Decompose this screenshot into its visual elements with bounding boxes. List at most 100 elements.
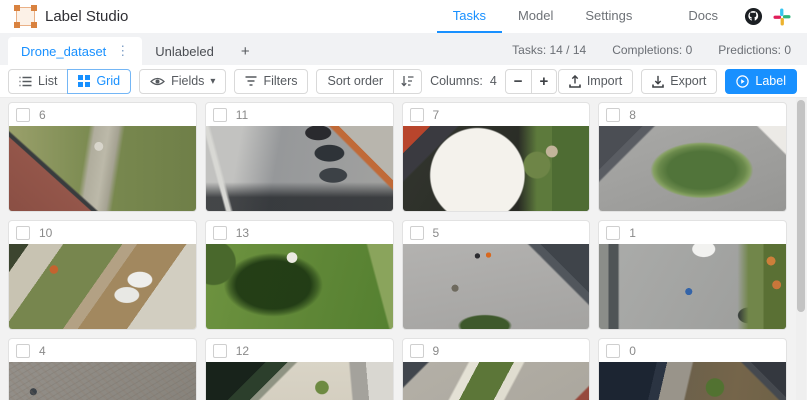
task-aerial-image[interactable] [205, 244, 393, 329]
task-checkbox[interactable] [16, 225, 30, 240]
task-checkbox[interactable] [212, 225, 227, 240]
task-id: 8 [629, 107, 636, 122]
sort-order-button[interactable]: Sort order [316, 68, 395, 94]
grid-icon [78, 75, 91, 87]
nav-item-model[interactable]: Model [502, 0, 569, 33]
task-id: 6 [39, 107, 46, 122]
filter-icon [245, 76, 257, 86]
tab-drone-dataset[interactable]: Drone_dataset ⋮ [8, 37, 143, 65]
task-card-10: 10 [8, 220, 197, 330]
task-id: 11 [235, 107, 249, 122]
task-card-11: 11 [204, 102, 394, 212]
task-aerial-image[interactable] [9, 244, 196, 329]
label-button[interactable]: Label [725, 68, 797, 94]
task-aerial-image[interactable] [9, 126, 196, 211]
stat-predictions: Predictions: 0 [718, 43, 791, 57]
task-card-header: 0 [599, 339, 786, 362]
task-checkbox[interactable] [409, 225, 424, 240]
scrollbar-thumb[interactable] [797, 100, 805, 312]
eye-icon [150, 77, 165, 85]
tab-drone-dataset-label: Drone_dataset [21, 43, 107, 59]
list-icon [19, 76, 32, 86]
task-grid-container: 6 11 7 8 10 13 5 1 4 12 9 0 [0, 98, 807, 400]
stat-completions: Completions: 0 [612, 43, 693, 57]
task-card-header: 10 [9, 221, 196, 244]
task-card-header: 13 [206, 221, 393, 244]
nav-item-docs[interactable]: Docs [672, 0, 734, 33]
task-card-12: 12 [204, 338, 394, 400]
download-icon [652, 75, 665, 88]
task-card-header: 1 [599, 221, 786, 244]
import-button[interactable]: Import [557, 68, 634, 94]
task-checkbox[interactable] [16, 343, 30, 358]
github-icon[interactable] [744, 7, 763, 26]
task-checkbox[interactable] [409, 343, 424, 358]
task-checkbox[interactable] [606, 225, 621, 240]
tab-menu-icon[interactable]: ⋮ [116, 43, 129, 59]
task-aerial-image[interactable] [402, 244, 590, 329]
task-checkbox[interactable] [16, 107, 30, 122]
fields-button[interactable]: Fields ▾ [139, 68, 227, 94]
nav-item-settings[interactable]: Settings [569, 0, 648, 33]
task-aerial-image[interactable] [205, 362, 393, 400]
task-card-header: 6 [9, 103, 196, 126]
task-aerial-image[interactable] [402, 362, 590, 400]
task-stats: Tasks: 14 / 14 Completions: 0 Prediction… [512, 43, 807, 65]
task-aerial-image[interactable] [599, 244, 786, 329]
dataset-tabbar: Drone_dataset ⋮ Unlabeled + Tasks: 14 / … [0, 33, 807, 65]
task-id: 0 [629, 343, 636, 358]
grid-view-button[interactable]: Grid [67, 68, 132, 94]
task-id: 9 [432, 343, 440, 358]
sort-direction-button[interactable] [393, 68, 423, 94]
task-aerial-image[interactable] [599, 362, 786, 400]
sort-descending-icon [401, 76, 414, 87]
task-card-header: 7 [403, 103, 590, 126]
task-card-8: 8 [598, 102, 787, 212]
task-checkbox[interactable] [212, 107, 227, 122]
task-id: 1 [629, 225, 636, 240]
view-switch-group: List Grid [8, 68, 132, 94]
columns-stepper: − + [504, 68, 558, 94]
stat-tasks: Tasks: 14 / 14 [512, 43, 587, 57]
task-checkbox[interactable] [606, 343, 621, 358]
task-id: 12 [235, 343, 250, 358]
label-studio-logo-icon[interactable] [14, 5, 37, 28]
task-checkbox[interactable] [212, 343, 227, 358]
play-circle-icon [736, 74, 750, 88]
slack-icon[interactable] [773, 8, 791, 26]
task-aerial-image[interactable] [9, 362, 196, 400]
add-tab-button[interactable]: + [227, 37, 264, 65]
task-id: 13 [235, 225, 250, 240]
task-checkbox[interactable] [409, 107, 424, 122]
columns-increase-button[interactable]: + [530, 68, 558, 94]
task-aerial-image[interactable] [402, 126, 590, 211]
task-card-header: 12 [206, 339, 393, 362]
task-id: 10 [39, 225, 53, 240]
export-button[interactable]: Export [641, 68, 718, 94]
top-nav: Tasks Model Settings Docs [436, 0, 791, 33]
tab-unlabeled-label: Unlabeled [155, 43, 214, 59]
nav-item-tasks[interactable]: Tasks [436, 0, 502, 33]
columns-decrease-button[interactable]: − [504, 68, 532, 94]
vertical-scrollbar[interactable] [796, 98, 806, 400]
task-id: 5 [432, 225, 440, 240]
task-aerial-image[interactable] [599, 126, 786, 211]
task-card-7: 7 [401, 102, 591, 212]
task-card-header: 9 [403, 339, 590, 362]
tab-unlabeled[interactable]: Unlabeled [142, 37, 227, 65]
app-title: Label Studio [45, 8, 129, 25]
task-card-1: 1 [598, 220, 787, 330]
task-card-9: 9 [401, 338, 591, 400]
task-card-5: 5 [401, 220, 591, 330]
task-aerial-image[interactable] [205, 126, 393, 211]
columns-count: 4 [489, 74, 497, 88]
filters-button[interactable]: Filters [234, 68, 309, 94]
task-card-13: 13 [204, 220, 394, 330]
task-card-header: 5 [403, 221, 590, 244]
list-view-button[interactable]: List [8, 68, 69, 94]
chevron-down-icon: ▾ [210, 75, 216, 87]
task-card-header: 4 [9, 339, 196, 362]
task-checkbox[interactable] [606, 107, 621, 122]
task-id: 4 [39, 343, 46, 358]
sort-group: Sort order [316, 68, 423, 94]
